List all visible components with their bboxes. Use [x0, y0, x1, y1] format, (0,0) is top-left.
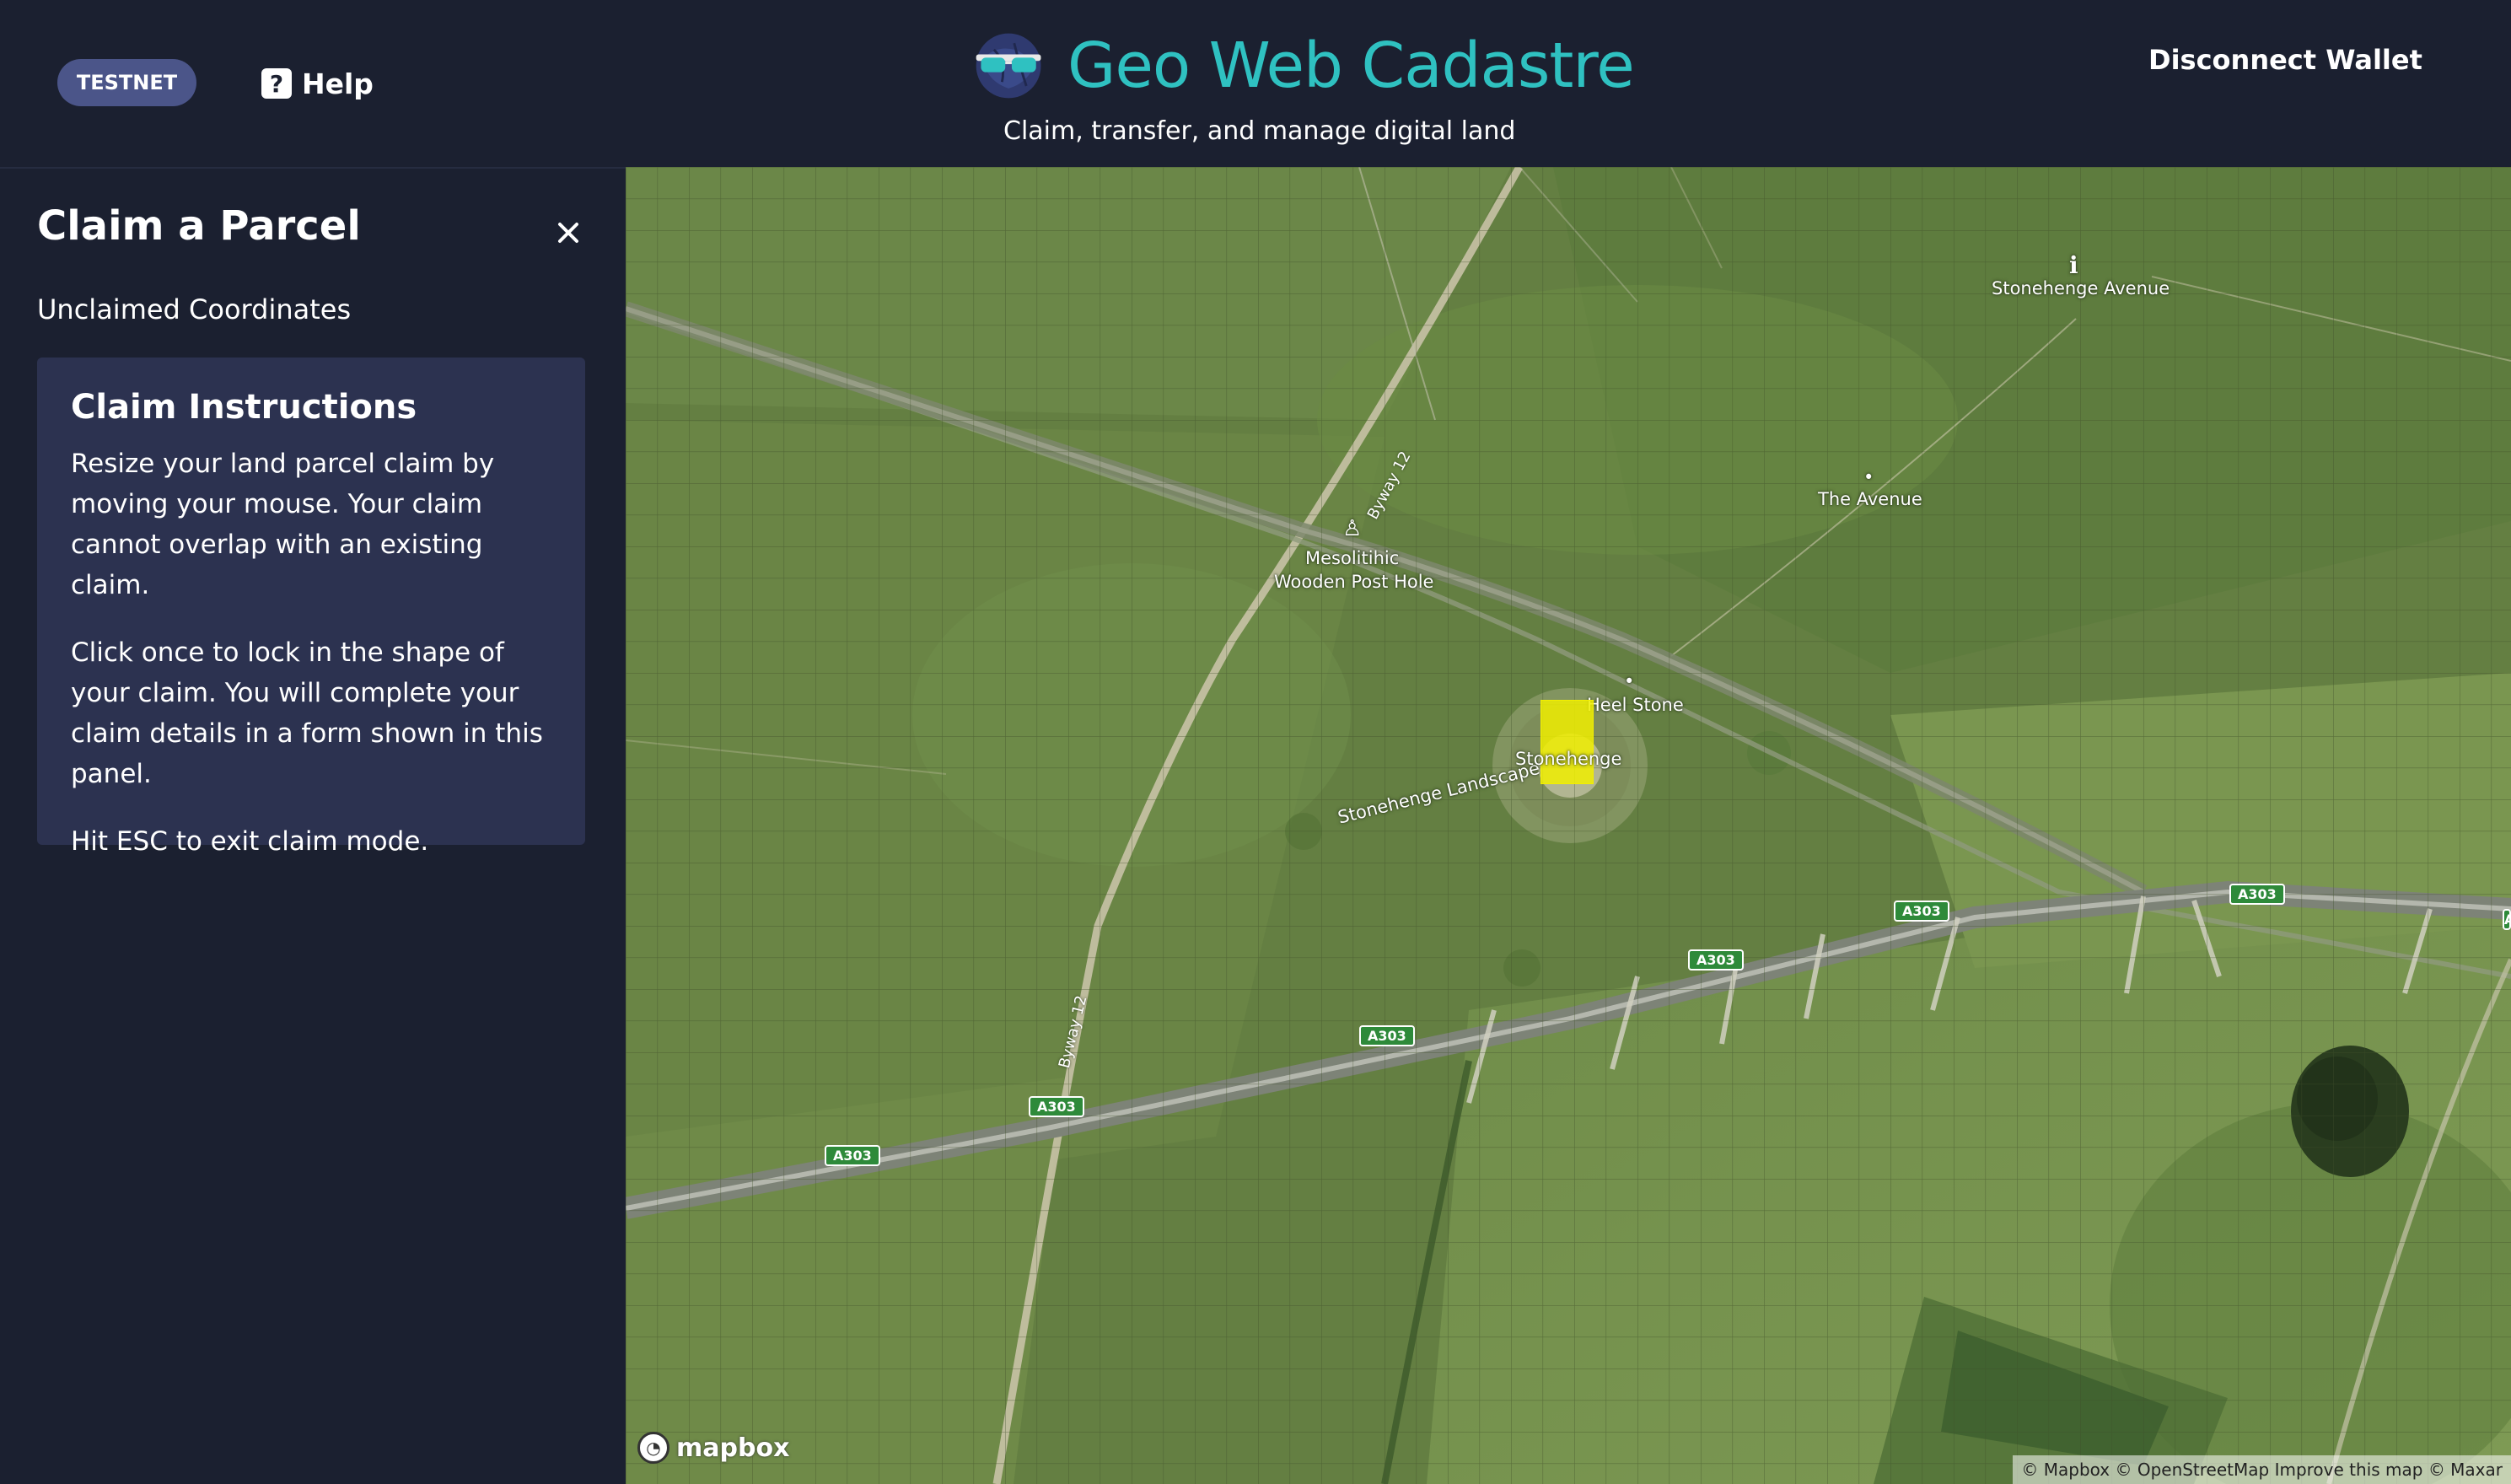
road-shield-a303: A303 — [2503, 909, 2511, 930]
network-badge[interactable]: TESTNET — [57, 59, 196, 106]
close-icon[interactable] — [550, 214, 587, 251]
disconnect-wallet-button[interactable]: Disconnect Wallet — [2148, 39, 2422, 81]
app-title: Geo Web Cadastre — [1067, 30, 1635, 102]
poi-dot-icon: • — [1863, 467, 1874, 487]
mapbox-logo-icon: ◔ — [637, 1432, 669, 1464]
map-attribution[interactable]: © Mapbox © OpenStreetMap Improve this ma… — [2013, 1455, 2511, 1484]
geo-web-logo-icon — [976, 33, 1041, 99]
help-button[interactable]: ? Help — [261, 64, 374, 103]
monument-icon: ♙ — [1342, 516, 1363, 541]
app-header: TESTNET ? Help Geo Web Cadastre Claim, t… — [0, 0, 2511, 167]
poi-dot-icon: • — [1624, 671, 1635, 691]
brand: Geo Web Cadastre — [970, 24, 1635, 108]
mapbox-wordmark: mapbox — [676, 1433, 790, 1463]
map-label-heel-stone[interactable]: Heel Stone — [1587, 695, 1684, 715]
map-label-the-avenue[interactable]: The Avenue — [1818, 489, 1922, 509]
instruction-paragraph: Hit ESC to exit claim mode. — [71, 826, 429, 857]
poi-marker-icon: ℹ — [2069, 251, 2078, 279]
help-icon: ? — [261, 68, 292, 99]
instruction-paragraph: Click once to lock in the shape of your … — [71, 637, 543, 789]
map-label-mesolithic[interactable]: Mesolitihic — [1305, 548, 1399, 568]
road-shield-a303: A303 — [1359, 1025, 1415, 1046]
road-shield-a303: A303 — [2229, 884, 2285, 905]
road-shield-a303: A303 — [1029, 1096, 1084, 1117]
satellite-imagery — [626, 167, 2511, 1484]
road-shield-a303: A303 — [1688, 949, 1744, 971]
sidebar-subtitle: Unclaimed Coordinates — [37, 293, 352, 325]
sidebar-title: Claim a Parcel — [37, 202, 361, 250]
mapbox-logo[interactable]: ◔ mapbox — [637, 1432, 789, 1464]
road-shield-a303: A303 — [1894, 901, 1949, 922]
instruction-paragraph: Resize your land parcel claim by moving … — [71, 449, 495, 600]
claim-sidebar: Claim a Parcel Unclaimed Coordinates Cla… — [0, 167, 626, 1484]
app-subtitle: Claim, transfer, and manage digital land — [1003, 116, 1516, 146]
help-label: Help — [302, 67, 374, 100]
instructions-title: Claim Instructions — [71, 388, 417, 427]
claim-instructions-panel: Claim Instructions Resize your land parc… — [37, 358, 585, 857]
road-shield-a303: A303 — [825, 1145, 880, 1166]
map-canvas[interactable]: ℹ Stonehenge Avenue The Avenue • ♙ Mesol… — [626, 167, 2511, 1484]
map-label-stonehenge-avenue[interactable]: Stonehenge Avenue — [1992, 278, 2170, 298]
map-label-stonehenge[interactable]: Stonehenge — [1515, 749, 1621, 769]
map-label-wooden-post-hole[interactable]: Wooden Post Hole — [1274, 572, 1433, 592]
claim-parcel-highlight[interactable] — [1540, 700, 1594, 784]
